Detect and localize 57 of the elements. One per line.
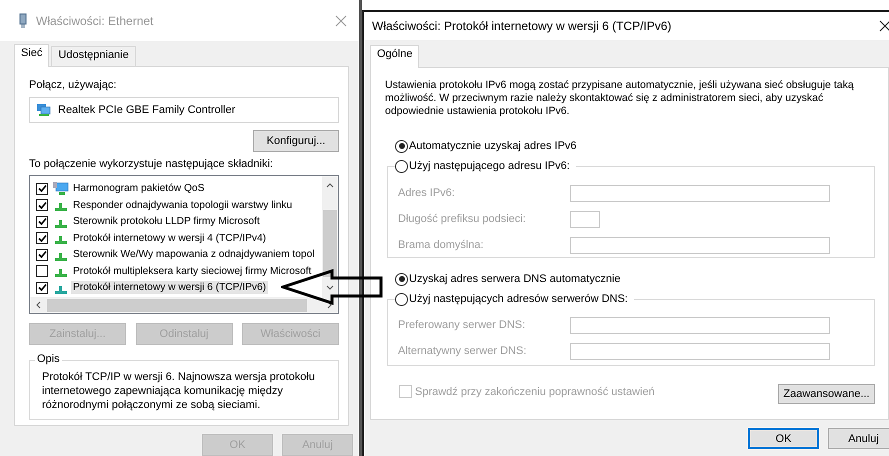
connect-label: Połącz, używając: <box>29 79 118 94</box>
tab[interactable]: Ogólne <box>370 45 420 68</box>
radio-label[interactable]: Użyj następujących adresów serwerów DNS: <box>409 293 628 305</box>
component-item[interactable]: Protokół multipleksera karty sieciowej firmy Microsoft <box>71 264 314 278</box>
input-field[interactable] <box>570 236 830 254</box>
advanced-button[interactable]: Zaawansowane... <box>778 384 875 404</box>
components-label: To połączenie wykorzystuje następujące składniki: <box>29 158 274 172</box>
checkbox[interactable] <box>36 248 48 261</box>
window-title: Właściwości: Protokół internetowy w wersji 6 (TCP/IPv6) <box>372 19 672 33</box>
input-field[interactable] <box>570 316 830 334</box>
field-label: Preferowany serwer DNS: <box>398 319 526 331</box>
component-item[interactable]: Responder odnajdywania topologii warstwy linku <box>71 198 294 212</box>
component-item[interactable]: Sterownik protokołu LLDP firmy Microsoft <box>71 215 262 228</box>
scroll-up-icon[interactable] <box>326 182 334 188</box>
scroll-right-icon[interactable] <box>327 301 333 310</box>
network-icon <box>36 103 52 118</box>
input-field[interactable] <box>570 184 830 202</box>
input-field[interactable] <box>570 210 600 228</box>
dialog-button[interactable]: OK <box>748 428 819 449</box>
group-legend: Opis <box>35 353 62 366</box>
window-title: Właściwości: Ethernet <box>36 14 154 28</box>
input-field[interactable] <box>570 342 830 360</box>
radio-button[interactable] <box>395 160 408 172</box>
checkbox[interactable] <box>36 182 48 195</box>
description-text: Protokół TCP/IP w wersji 6. Najnowsza wersja protokołu internetowego zapewniająca komunikację między różnorodnymi połączonymi ze sobą sieciami. <box>41 370 316 412</box>
vertical-scrollbar[interactable] <box>322 176 338 298</box>
radio-label[interactable]: Automatycznie uzyskaj adres IPv6 <box>409 140 577 152</box>
radio-button[interactable] <box>395 272 408 286</box>
network-adapter-icon <box>18 12 28 29</box>
field-label: Długość prefiksu podsieci: <box>398 213 526 225</box>
scroll-down-icon[interactable] <box>326 285 334 292</box>
monitor-icon <box>53 182 69 196</box>
checkbox[interactable] <box>36 282 48 294</box>
tab[interactable]: Sieć <box>14 44 50 68</box>
intro-text: Ustawienia protokołu IPv6 mogą zostać przypisane automatycznie, jeśli używana sieć obsługuje taką możliwość. W przeciwnym razie należy skontaktować się z administratorem sieci, aby uzyskać odpowiednie ustawienia protokołu IPv6. <box>385 79 855 118</box>
component-item[interactable]: Protokół internetowy w wersji 4 (TCP/IPv4) <box>71 232 268 245</box>
field-label: Brama domyślna: <box>398 239 484 251</box>
checkbox[interactable] <box>36 199 48 212</box>
checkbox[interactable] <box>36 216 48 228</box>
component-item[interactable]: Harmonogram pakietów QoS <box>71 182 206 196</box>
tab[interactable]: Udostępnianie <box>51 46 136 66</box>
component-item[interactable]: Protokół internetowy w wersji 6 (TCP/IPv6) <box>71 281 268 294</box>
radio-label[interactable]: Użyj następującego adresu IPv6: <box>409 160 570 172</box>
horizontal-scrollbar[interactable] <box>30 297 338 314</box>
scroll-left-icon[interactable] <box>35 301 41 310</box>
radio-button[interactable] <box>395 292 408 306</box>
radio-label[interactable]: Uzyskaj adres serwera DNS automatycznie <box>409 273 621 285</box>
field-label: Adres IPv6: <box>398 187 455 199</box>
configure-button[interactable]: Konfiguruj... <box>253 130 339 152</box>
adapter-field: Realtek PCIe GBE Family Controller <box>29 97 339 124</box>
checkbox[interactable] <box>36 265 48 278</box>
checkbox[interactable] <box>36 232 48 244</box>
field-label: Alternatywny serwer DNS: <box>398 345 526 357</box>
radio-button[interactable] <box>395 140 408 152</box>
close-icon[interactable] <box>879 20 889 32</box>
dialog-button[interactable]: Anuluj <box>828 428 889 449</box>
component-item[interactable]: Sterownik We/Wy mapowania z odnajdywaniem topol <box>71 248 317 262</box>
